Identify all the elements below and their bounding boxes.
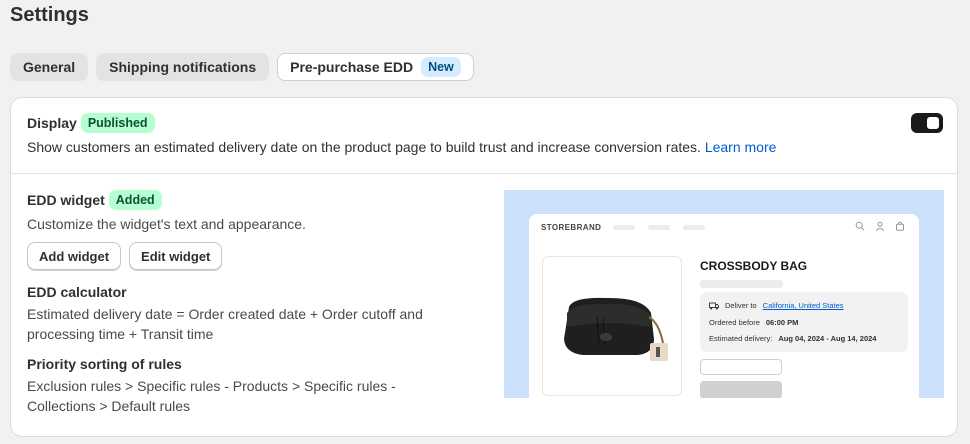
- priority-sorting-description: Exclusion rules > Specific rules - Produ…: [27, 378, 396, 414]
- new-badge: New: [421, 57, 461, 77]
- cart-icon: [896, 221, 904, 231]
- store-brand: STOREBRAND: [541, 223, 602, 232]
- learn-more-link[interactable]: Learn more: [705, 139, 777, 155]
- tab-shipping-notifications-label: Shipping notifications: [109, 59, 257, 75]
- store-mockup: STOREBRAND CROSSBODY BAG Deliver to Cali…: [529, 214, 919, 398]
- display-description-text: Show customers an estimated delivery dat…: [27, 139, 701, 155]
- settings-tabs: General Shipping notifications Pre-purch…: [10, 53, 474, 81]
- page-title: Settings: [10, 4, 89, 26]
- display-toggle[interactable]: [911, 113, 943, 133]
- edd-calculator-description: Estimated delivery date = Order created …: [27, 306, 423, 342]
- quantity-placeholder: [700, 359, 782, 375]
- widget-actions: Add widget Edit widget: [27, 242, 447, 270]
- product-title: CROSSBODY BAG: [700, 259, 808, 273]
- ordered-before-label: Ordered before: [709, 318, 760, 327]
- add-widget-button[interactable]: Add widget: [27, 242, 122, 270]
- tab-shipping-notifications[interactable]: Shipping notifications: [96, 53, 270, 81]
- added-badge: Added: [108, 190, 162, 210]
- edd-widget-header: EDD widget Added: [27, 190, 447, 210]
- search-icon: [855, 221, 865, 231]
- price-placeholder: [700, 280, 783, 288]
- nav-placeholder: [613, 225, 635, 230]
- ordered-before-line: Ordered before 06:00 PM: [709, 318, 798, 327]
- estimated-delivery-line: Estimated delivery: Aug 04, 2024 - Aug 1…: [709, 334, 876, 343]
- published-badge: Published: [80, 113, 155, 133]
- bag-image: [564, 297, 668, 361]
- nav-placeholder: [683, 225, 705, 230]
- tab-pre-purchase-edd[interactable]: Pre-purchase EDD New: [277, 53, 474, 81]
- display-title: Display: [27, 115, 77, 131]
- nav-placeholder: [648, 225, 670, 230]
- tab-pre-purchase-edd-label: Pre-purchase EDD: [290, 59, 414, 75]
- divider: [11, 173, 957, 174]
- product-image: [542, 256, 682, 396]
- estimated-delivery-label: Estimated delivery:: [709, 334, 773, 343]
- truck-icon: [709, 302, 719, 309]
- edd-calculator-title: EDD calculator: [27, 284, 127, 300]
- settings-card: Display Published Show customers an esti…: [10, 97, 958, 437]
- tab-general-label: General: [23, 59, 76, 75]
- edd-widget-preview: Deliver to California, United States Ord…: [700, 292, 908, 352]
- tab-general[interactable]: General: [10, 53, 89, 81]
- deliver-to-label: Deliver to: [725, 301, 757, 310]
- display-header: Display Published: [27, 113, 155, 133]
- widget-preview: STOREBRAND CROSSBODY BAG Deliver to Cali…: [504, 190, 944, 398]
- deliver-to-link[interactable]: California, United States: [763, 301, 844, 310]
- edd-widget-description: Customize the widget's text and appearan…: [27, 216, 306, 232]
- priority-sorting-title: Priority sorting of rules: [27, 356, 182, 372]
- edit-widget-button[interactable]: Edit widget: [129, 242, 223, 270]
- add-to-cart-placeholder: [700, 381, 782, 398]
- user-icon: [875, 221, 885, 231]
- edd-widget-title: EDD widget: [27, 192, 105, 208]
- estimated-delivery-value: Aug 04, 2024 - Aug 14, 2024: [778, 334, 877, 343]
- deliver-to-line: Deliver to California, United States: [709, 301, 844, 310]
- toggle-knob: [927, 117, 939, 129]
- ordered-before-value: 06:00 PM: [765, 318, 799, 327]
- settings-details: EDD widget Added Customize the widget's …: [27, 190, 447, 416]
- display-description: Show customers an estimated delivery dat…: [27, 139, 776, 155]
